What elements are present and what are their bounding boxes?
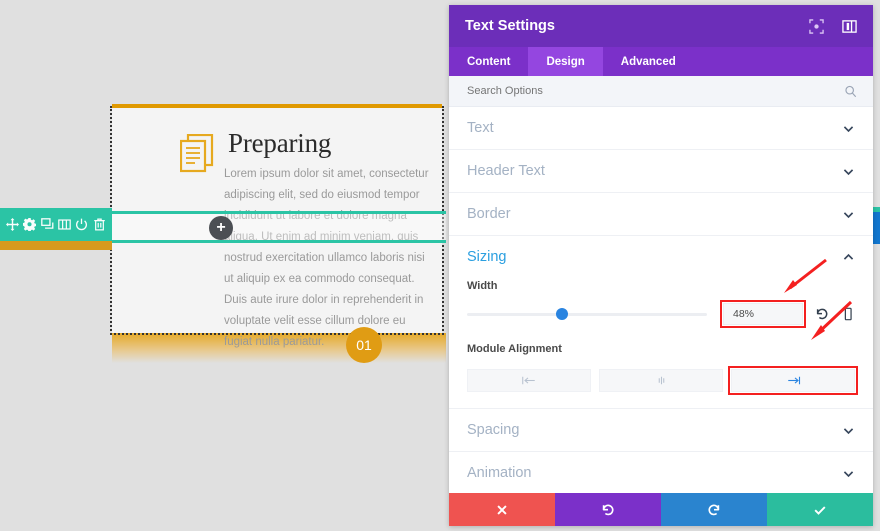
- panel-tabs[interactable]: Content Design Advanced: [449, 47, 873, 76]
- section-sizing[interactable]: Sizing Width 48% Module Alignment: [449, 236, 873, 409]
- module-alignment-label: Module Alignment: [467, 343, 562, 355]
- panel-title: Text Settings: [465, 18, 555, 34]
- section-number-badge: 01: [346, 327, 382, 363]
- documents-icon: [180, 134, 214, 173]
- align-right-button[interactable]: [728, 366, 858, 395]
- gear-icon[interactable]: [23, 218, 37, 231]
- search-input[interactable]: [465, 84, 844, 98]
- redo-icon: [708, 504, 720, 515]
- columns-icon[interactable]: [58, 218, 71, 231]
- tab-advanced[interactable]: Advanced: [603, 47, 694, 76]
- row-toolbar[interactable]: [0, 208, 112, 241]
- section-text[interactable]: Text: [449, 107, 873, 150]
- module-title: Preparing: [228, 128, 332, 158]
- add-module-button[interactable]: +: [209, 216, 233, 240]
- chevron-down-icon[interactable]: [842, 208, 855, 221]
- redo-button[interactable]: [661, 493, 767, 526]
- panel-header: Text Settings: [449, 5, 873, 47]
- mobile-icon[interactable]: [841, 307, 855, 321]
- align-center-button[interactable]: [599, 369, 723, 392]
- check-icon: [814, 505, 826, 515]
- chevron-down-icon[interactable]: [842, 165, 855, 178]
- undo-icon: [602, 504, 614, 515]
- width-slider[interactable]: [467, 307, 707, 321]
- move-icon[interactable]: [6, 218, 20, 231]
- section-border-label: Border: [467, 206, 511, 222]
- section-text-label: Text: [467, 120, 494, 136]
- trash-icon[interactable]: [93, 218, 106, 231]
- slider-knob[interactable]: [555, 308, 568, 320]
- width-label: Width: [467, 280, 498, 292]
- save-button[interactable]: [767, 493, 873, 526]
- search-options-row[interactable]: [449, 76, 873, 107]
- section-header-text[interactable]: Header Text: [449, 150, 873, 193]
- panel-action-bar[interactable]: [449, 493, 873, 526]
- close-button[interactable]: [449, 493, 555, 526]
- chevron-down-icon[interactable]: [842, 424, 855, 437]
- tab-content[interactable]: Content: [449, 47, 528, 76]
- width-input[interactable]: 48%: [720, 300, 806, 328]
- section-animation-label: Animation: [467, 465, 532, 481]
- chevron-down-icon[interactable]: [842, 122, 855, 135]
- power-icon[interactable]: [75, 218, 88, 231]
- row-hover-highlight[interactable]: [112, 211, 446, 243]
- module-body-text: Lorem ipsum dolor sit amet, consectetur …: [224, 168, 429, 348]
- chevron-up-icon[interactable]: [842, 251, 855, 264]
- text-settings-panel: Text Settings Content Design Advanced Te…: [449, 5, 873, 526]
- section-sizing-label: Sizing: [467, 249, 507, 265]
- slider-track: [467, 313, 707, 316]
- section-spacing-label: Spacing: [467, 422, 520, 438]
- chevron-down-icon[interactable]: [842, 467, 855, 480]
- section-spacing[interactable]: Spacing: [449, 409, 873, 452]
- row-toolbar-accent: [0, 241, 112, 250]
- undo-icon[interactable]: [815, 307, 829, 321]
- page-canvas: Preparing Lorem ipsum dolor sit amet, co…: [0, 0, 880, 531]
- section-border[interactable]: Border: [449, 193, 873, 236]
- search-icon[interactable]: [844, 85, 857, 98]
- section-animation[interactable]: Animation: [449, 452, 873, 493]
- layout-toggle-icon[interactable]: [842, 19, 857, 34]
- duplicate-icon[interactable]: [40, 218, 54, 231]
- x-icon: [497, 504, 507, 515]
- undo-button[interactable]: [555, 493, 661, 526]
- section-header-text-label: Header Text: [467, 163, 545, 179]
- tab-design[interactable]: Design: [528, 47, 603, 76]
- align-left-button[interactable]: [467, 369, 591, 392]
- focus-icon[interactable]: [809, 18, 824, 34]
- panel-body: Text Header Text Border Sizing Width 48%…: [449, 107, 873, 493]
